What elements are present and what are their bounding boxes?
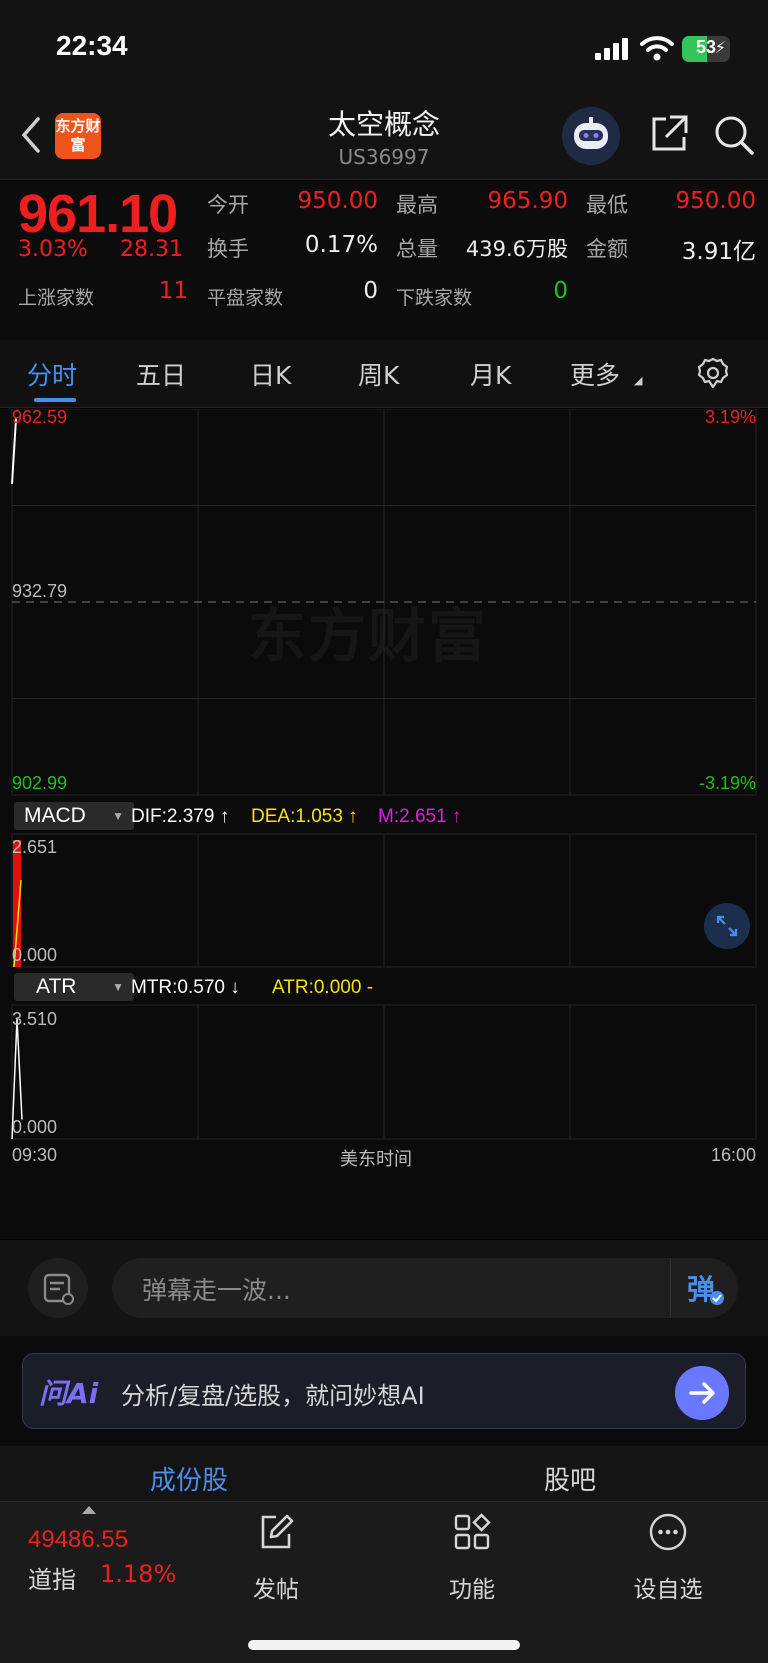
macd-dea-readout: DEA:1.053 ↑ bbox=[251, 806, 358, 827]
quote-panel: 961.10 3.03% 28.31 今开 950.00 最高 965.90 最… bbox=[0, 181, 768, 340]
time-axis-start: 09:30 bbox=[12, 1145, 58, 1165]
nav-post-label: 发帖 bbox=[253, 1577, 299, 1603]
ai-prompt-text: 分析/复盘/选股，就问妙想AI bbox=[121, 1382, 425, 1410]
atr-select-label: ATR bbox=[36, 975, 77, 998]
battery-indicator: 53 ⚡ bbox=[682, 36, 730, 62]
tab-daily-k[interactable]: 日K bbox=[250, 356, 291, 392]
flat-count: 0 bbox=[363, 278, 378, 304]
tab-weekly-k[interactable]: 周K bbox=[358, 356, 399, 392]
open-value: 950.00 bbox=[297, 188, 378, 214]
arrow-right-icon[interactable] bbox=[675, 1366, 729, 1420]
macd-m-readout: M:2.651 ↑ bbox=[378, 806, 462, 827]
price-axis-top: 962.59 bbox=[12, 407, 68, 427]
chevron-down-icon: ▼ bbox=[112, 809, 124, 823]
status-time: 22:34 bbox=[56, 30, 128, 61]
tab-constituents[interactable]: 成份股 bbox=[150, 1460, 228, 1497]
tab-monthly-k[interactable]: 月K bbox=[470, 356, 511, 392]
macd-select-label: MACD bbox=[24, 804, 86, 827]
cellular-signal-icon bbox=[595, 38, 628, 60]
expand-icon[interactable] bbox=[704, 903, 750, 949]
turnover-value: 0.17% bbox=[304, 232, 378, 258]
amount-label: 金额 bbox=[586, 237, 628, 261]
low-label: 最低 bbox=[586, 193, 628, 217]
atr-header: ATR ▼ MTR:0.570 ↓ ATR:0.000 - bbox=[14, 973, 754, 1001]
danmu-input[interactable]: 弹幕走一波... 弹 bbox=[112, 1258, 738, 1318]
macd-indicator-select[interactable]: MACD ▼ bbox=[14, 802, 134, 830]
atr-mtr-readout: MTR:0.570 ↓ bbox=[131, 977, 240, 998]
intraday-price-line bbox=[11, 418, 17, 485]
low-value: 950.00 bbox=[675, 188, 756, 214]
check-badge-icon bbox=[710, 1291, 724, 1305]
atr-value-readout: ATR:0.000 - bbox=[272, 977, 374, 998]
down-count: 0 bbox=[553, 278, 568, 304]
header: 东方财富 太空概念 US36997 bbox=[0, 95, 768, 180]
share-icon[interactable] bbox=[648, 113, 690, 155]
index-change-pct: 1.18% bbox=[100, 1560, 177, 1588]
danmu-placeholder: 弹幕走一波... bbox=[142, 1276, 291, 1305]
nav-add-watchlist-label: 设自选 bbox=[633, 1577, 703, 1603]
time-axis-zone: 美东时间 bbox=[340, 1149, 412, 1169]
atr-axis-top: 3.510 bbox=[12, 1009, 58, 1029]
up-count-label: 上涨家数 bbox=[18, 287, 95, 309]
status-bar: 22:34 53 ⚡ bbox=[0, 0, 768, 95]
charging-bolt-icon: ⚡ bbox=[714, 38, 726, 57]
index-name[interactable]: 道指 bbox=[28, 1560, 76, 1595]
price-axis-mid: 932.79 bbox=[12, 581, 68, 601]
down-count-label: 下跌家数 bbox=[396, 287, 473, 309]
macd-axis-top: 2.651 bbox=[12, 837, 58, 857]
up-count: 11 bbox=[158, 278, 188, 304]
high-value: 965.90 bbox=[487, 188, 568, 214]
turnover-label: 换手 bbox=[207, 237, 249, 261]
chevron-down-icon: ▼ bbox=[112, 980, 124, 994]
change-percent: 3.03% bbox=[18, 237, 88, 262]
ai-brand-logo: 问Ai bbox=[39, 1377, 99, 1410]
flat-count-label: 平盘家数 bbox=[207, 287, 284, 309]
macd-dif-readout: DIF:2.379 ↑ bbox=[131, 806, 230, 827]
volume-label: 总量 bbox=[396, 237, 438, 261]
ai-assistant-box[interactable]: 问Ai 分析/复盘/选股，就问妙想AI bbox=[22, 1353, 746, 1429]
tab-five-day[interactable]: 五日 bbox=[136, 356, 186, 392]
wifi-icon bbox=[640, 36, 674, 61]
pct-axis-top: 3.19% bbox=[704, 407, 756, 427]
gear-icon[interactable] bbox=[696, 356, 730, 390]
edit-icon bbox=[261, 1514, 294, 1549]
home-indicator[interactable] bbox=[248, 1640, 520, 1650]
macd-axis-bottom: 0.000 bbox=[12, 945, 58, 965]
tab-more[interactable]: 更多 bbox=[570, 356, 620, 392]
grid-icon bbox=[454, 1513, 491, 1550]
nav-functions[interactable]: 功能 bbox=[412, 1512, 532, 1603]
price-axis-bottom: 902.99 bbox=[12, 773, 68, 793]
ticker-expand-icon[interactable] bbox=[82, 1506, 96, 1514]
change-amount: 28.31 bbox=[120, 237, 183, 262]
danmu-row: 弹幕走一波... 弹 bbox=[0, 1240, 768, 1336]
pct-axis-bottom: -3.19% bbox=[698, 773, 756, 793]
tab-intraday[interactable]: 分时 bbox=[27, 356, 77, 392]
more-icon bbox=[649, 1513, 687, 1551]
macd-header: MACD ▼ DIF:2.379 ↑ DEA:1.053 ↑ M:2.651 ↑ bbox=[14, 802, 754, 830]
nav-add-watchlist[interactable]: 设自选 bbox=[608, 1512, 728, 1603]
open-label: 今开 bbox=[207, 193, 249, 217]
nav-functions-label: 功能 bbox=[449, 1577, 495, 1603]
sub-tabs: 成份股 股吧 bbox=[0, 1446, 768, 1501]
high-label: 最高 bbox=[396, 193, 438, 217]
search-icon[interactable] bbox=[712, 113, 756, 157]
amount-value: 3.91亿 bbox=[681, 239, 756, 265]
volume-value: 439.6万股 bbox=[465, 237, 568, 261]
nav-post[interactable]: 发帖 bbox=[216, 1512, 336, 1603]
bottom-bar: 49486.55 道指 1.18% 发帖 功能 设自选 bbox=[0, 1501, 768, 1663]
active-tab-underline bbox=[34, 398, 76, 402]
ai-assistant-row: 问Ai 分析/复盘/选股，就问妙想AI bbox=[0, 1336, 768, 1446]
atr-axis-bottom: 0.000 bbox=[12, 1117, 58, 1137]
ai-robot-icon[interactable] bbox=[562, 107, 620, 165]
danmu-settings-icon[interactable] bbox=[28, 1258, 88, 1318]
current-price: 961.10 bbox=[18, 184, 178, 244]
index-value[interactable]: 49486.55 bbox=[28, 1526, 128, 1554]
tab-stock-forum[interactable]: 股吧 bbox=[544, 1460, 596, 1497]
atr-indicator-select[interactable]: ATR ▼ bbox=[14, 973, 134, 1001]
chart-area: 东方财富 962.59 932.79 902.99 3.19% -3.19% M… bbox=[0, 407, 768, 1239]
danmu-toggle-button[interactable]: 弹 bbox=[670, 1258, 738, 1318]
more-caret-icon: ◢ bbox=[634, 374, 643, 387]
chart-period-tabs: 分时 五日 日K 周K 月K 更多 ◢ bbox=[0, 340, 768, 408]
time-axis-end: 16:00 bbox=[710, 1145, 756, 1165]
